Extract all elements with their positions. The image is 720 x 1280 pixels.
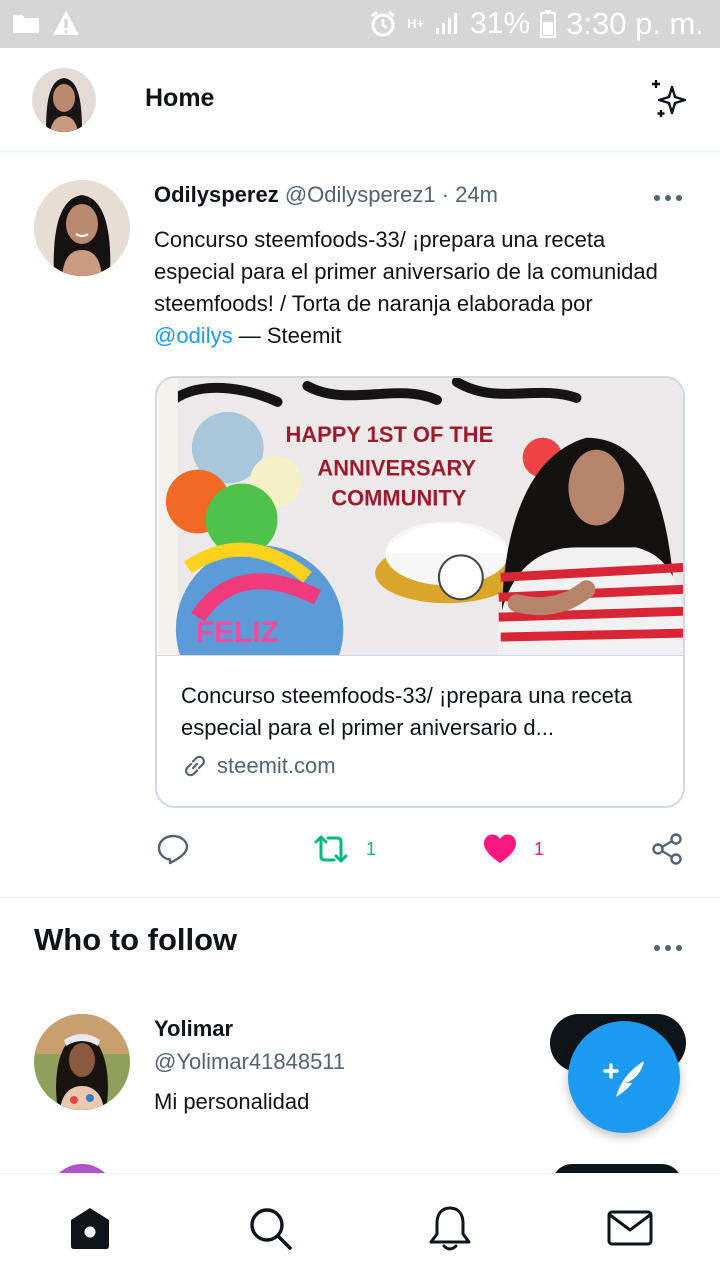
suggested-user-name[interactable]: Yolimar	[154, 1016, 233, 1042]
tweet[interactable]: Odilysperez @Odilysperez1 · 24m Concurso…	[0, 152, 720, 898]
sparkle-icon[interactable]	[648, 78, 690, 120]
network-type: H+	[407, 16, 425, 31]
bottom-navigation	[0, 1173, 720, 1280]
svg-text:FELIZ: FELIZ	[196, 616, 279, 649]
retweet-icon	[314, 835, 348, 863]
suggested-user-avatar[interactable]	[34, 1014, 130, 1110]
warning-icon	[53, 11, 79, 35]
tweet-more-button[interactable]	[648, 186, 688, 210]
tweet-text-tail: — Steemit	[232, 323, 342, 348]
retweet-button[interactable]: 1	[312, 832, 376, 866]
reply-icon	[157, 834, 189, 865]
status-bar: H+ 31% 3:30 p. m.	[0, 0, 720, 48]
link-icon	[185, 755, 205, 777]
profile-avatar[interactable]	[32, 68, 96, 132]
tweet-actions: 1 1	[0, 832, 720, 872]
banner-line-1: HAPPY 1ST OF THE	[285, 422, 493, 447]
reply-button[interactable]	[156, 832, 190, 866]
page-title: Home	[145, 84, 215, 112]
mention-link[interactable]: @odilys	[154, 323, 233, 348]
dot	[654, 195, 660, 201]
tweet-author-avatar[interactable]	[34, 180, 130, 276]
alarm-icon	[371, 10, 396, 37]
share-button[interactable]	[650, 832, 684, 866]
top-app-bar: Home	[0, 48, 720, 152]
share-icon	[652, 833, 682, 865]
compose-icon	[603, 1061, 644, 1097]
battery-icon	[540, 10, 557, 38]
clock: 3:30 p. m.	[566, 6, 704, 41]
dot	[665, 945, 671, 951]
folder-icon	[13, 15, 39, 33]
bell-icon	[429, 1206, 471, 1251]
card-title: Concurso steemfoods-33/ ¡prepara una rec…	[181, 683, 633, 740]
battery-percent: 31%	[470, 7, 531, 40]
dot	[665, 195, 671, 201]
meta-separator: ·	[441, 182, 450, 207]
avatar-image	[34, 1014, 130, 1110]
banner-line-3: COMMUNITY	[331, 486, 466, 511]
heart-icon	[484, 834, 516, 863]
avatar-image	[34, 180, 130, 276]
search-icon	[250, 1208, 292, 1250]
suggested-user-handle[interactable]: @Yolimar41848511	[154, 1049, 345, 1075]
avatar-image	[32, 68, 96, 132]
card-image: FELIZ HAPPY 1ST OF THE ANNIVERSARY COMMU…	[157, 378, 683, 656]
mail-icon	[607, 1210, 653, 1246]
like-count: 1	[534, 838, 545, 859]
tweet-author-handle[interactable]: @Odilysperez1	[285, 182, 436, 207]
dot	[676, 195, 682, 201]
banner-line-2: ANNIVERSARY	[317, 456, 476, 481]
nav-home[interactable]	[66, 1204, 114, 1252]
compose-tweet-button[interactable]	[568, 1021, 680, 1133]
nav-notifications[interactable]	[426, 1204, 474, 1252]
retweet-count: 1	[366, 838, 377, 859]
home-icon	[71, 1208, 109, 1249]
tweet-header: Odilysperez @Odilysperez1 · 24m	[154, 182, 498, 208]
who-to-follow-more-button[interactable]	[648, 936, 688, 960]
tweet-text-body: Concurso steemfoods-33/ ¡prepara una rec…	[154, 227, 658, 316]
tweet-author-name[interactable]: Odilysperez	[154, 182, 279, 207]
card-domain-text: steemit.com	[217, 753, 336, 778]
suggested-user-bio: Mi personalidad	[154, 1089, 310, 1114]
nav-search[interactable]	[246, 1204, 294, 1252]
tweet-text: Concurso steemfoods-33/ ¡prepara una rec…	[154, 224, 674, 352]
dot	[676, 945, 682, 951]
link-preview-card[interactable]: FELIZ HAPPY 1ST OF THE ANNIVERSARY COMMU…	[155, 376, 685, 808]
signal-icon	[436, 13, 458, 34]
like-button[interactable]: 1	[482, 832, 544, 866]
nav-messages[interactable]	[606, 1204, 654, 1252]
card-domain: steemit.com	[181, 752, 336, 780]
tweet-time[interactable]: 24m	[455, 182, 498, 207]
dot	[654, 945, 660, 951]
section-title: Who to follow	[34, 922, 238, 957]
